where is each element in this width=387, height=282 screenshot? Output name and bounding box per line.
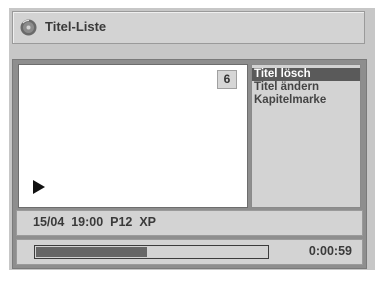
elapsed-time: 0:00:59: [308, 244, 352, 258]
title-preview[interactable]: 6: [18, 64, 248, 208]
recording-info-bar: 15/04 19:00 P12 XP: [16, 210, 363, 236]
title-count-badge: 6: [217, 70, 237, 89]
playback-status-bar: 0:00:59: [16, 239, 363, 265]
play-icon: [33, 180, 45, 194]
menu-item-chapter-mark[interactable]: Kapitelmarke: [252, 94, 360, 107]
page-title: Titel-Liste: [45, 19, 107, 34]
progress-bar: [34, 245, 269, 259]
dialog-frame: Titel-Liste 6 Titel lösch Titel ändern K…: [9, 8, 375, 270]
progress-bar-fill: [36, 247, 147, 257]
recording-info-text: 15/04 19:00 P12 XP: [33, 215, 157, 229]
disc-icon: [20, 19, 37, 36]
menu-item-delete-title[interactable]: Titel lösch: [252, 68, 360, 81]
title-bar: Titel-Liste: [12, 11, 365, 44]
title-menu: Titel lösch Titel ändern Kapitelmarke: [251, 64, 361, 208]
title-list-panel: 6 Titel lösch Titel ändern Kapitelmarke …: [12, 59, 367, 269]
menu-item-edit-title[interactable]: Titel ändern: [252, 81, 360, 94]
